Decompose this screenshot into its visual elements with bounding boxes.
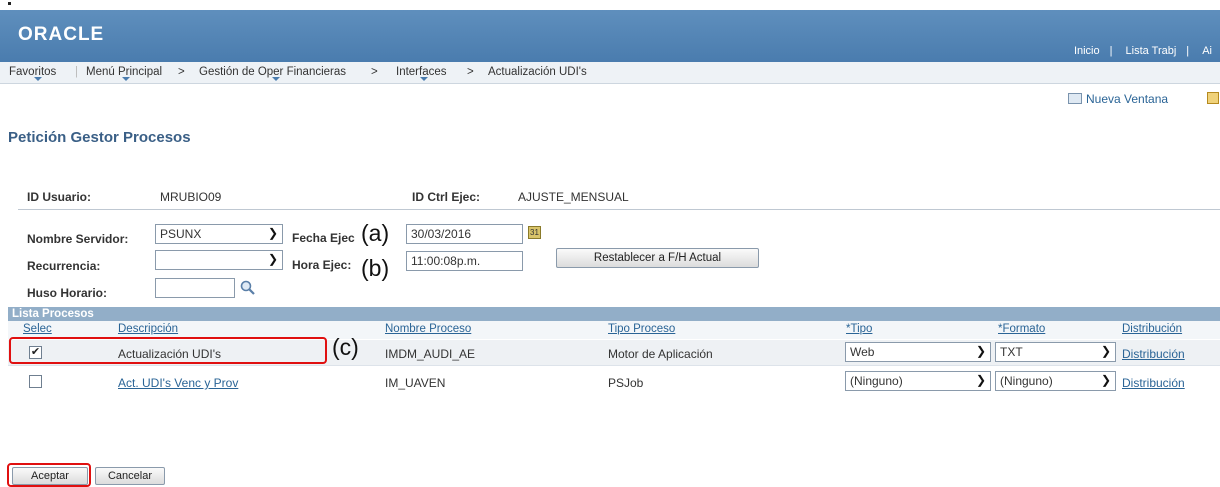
home-link[interactable]: Inicio: [1066, 45, 1108, 57]
calendar-icon[interactable]: 31: [528, 226, 541, 239]
process-list-title: Lista Procesos: [8, 307, 1220, 321]
chevron-down-icon: ❯: [975, 373, 986, 387]
chevron-down-icon: [122, 77, 130, 81]
server-select[interactable]: PSUNX ❯: [155, 224, 283, 244]
col-description[interactable]: Descripción: [118, 323, 178, 335]
row-distribution-link[interactable]: Distribución: [1122, 376, 1185, 390]
run-date-input[interactable]: 30/03/2016: [406, 224, 523, 244]
page-title: Petición Gestor Procesos: [8, 129, 191, 146]
row-type-select[interactable]: Web ❯: [845, 342, 991, 362]
row-type-value: Web: [850, 345, 875, 359]
user-id-value: MRUBIO09: [160, 190, 222, 204]
chevron-down-icon: ❯: [1100, 373, 1111, 387]
row-process-type: Motor de Aplicación: [608, 347, 713, 361]
run-date-label: Fecha Ejec: [292, 231, 355, 245]
chevron-down-icon: ❯: [1100, 344, 1111, 358]
highlight-box-ok: [7, 463, 91, 487]
corner-mark: [8, 2, 11, 5]
reset-datetime-button[interactable]: Restablecer a F/H Actual: [556, 248, 759, 268]
header-separator: |: [1109, 45, 1113, 57]
new-window-label: Nueva Ventana: [1086, 92, 1169, 106]
row-process-name: IMDM_AUDI_AE: [385, 347, 476, 361]
col-type[interactable]: *Tipo: [846, 323, 872, 335]
annotation-a: (a): [361, 220, 390, 246]
oracle-logo: ORACLE: [18, 24, 105, 45]
new-window-link[interactable]: Nueva Ventana: [1068, 92, 1168, 106]
header-separator: |: [1186, 45, 1190, 57]
chevron-down-icon: ❯: [267, 226, 278, 240]
nav-separator: >: [467, 66, 474, 78]
row-process-name: IM_UAVEN: [385, 376, 446, 390]
row-distribution-link[interactable]: Distribución: [1122, 347, 1185, 361]
server-value: PSUNX: [160, 227, 202, 241]
col-format[interactable]: *Formato: [998, 323, 1045, 335]
recurrence-select[interactable]: ❯: [155, 250, 283, 270]
nav-favorites[interactable]: Favoritos: [9, 66, 56, 78]
timezone-label: Huso Horario:: [27, 286, 108, 300]
personalize-icon[interactable]: [1207, 92, 1219, 104]
col-process-type[interactable]: Tipo Proceso: [608, 323, 675, 335]
app-header: ORACLE Inicio | Lista Trabj | Ai: [0, 10, 1220, 62]
row-format-value: TXT: [1000, 345, 1023, 359]
section-divider: [18, 209, 1220, 210]
nav-separator: >: [371, 66, 378, 78]
nav-separator: |: [75, 66, 78, 78]
run-control-value: AJUSTE_MENSUAL: [518, 190, 629, 204]
new-window-icon: [1068, 93, 1082, 104]
chevron-down-icon: [34, 77, 42, 81]
cancel-button[interactable]: Cancelar: [95, 467, 165, 485]
timezone-input[interactable]: [155, 278, 235, 298]
chevron-down-icon: [272, 77, 280, 81]
nav-udi-update: Actualización UDI's: [488, 66, 587, 78]
row-format-select[interactable]: TXT ❯: [995, 342, 1116, 362]
row-format-value: (Ninguno): [1000, 374, 1053, 388]
chevron-down-icon: ❯: [975, 344, 986, 358]
nav-separator: >: [178, 66, 185, 78]
annotation-c: (c): [332, 334, 359, 360]
recurrence-label: Recurrencia:: [27, 259, 101, 273]
row-format-select[interactable]: (Ninguno) ❯: [995, 371, 1116, 391]
breadcrumb: Favoritos | Menú Principal > Gestión de …: [0, 62, 1220, 84]
row-type-select[interactable]: (Ninguno) ❯: [845, 371, 991, 391]
more-link[interactable]: Ai: [1194, 45, 1220, 57]
run-time-label: Hora Ejec:: [292, 258, 352, 272]
server-label: Nombre Servidor:: [27, 232, 129, 246]
row-type-value: (Ninguno): [850, 374, 903, 388]
run-control-label: ID Ctrl Ejec:: [412, 190, 481, 204]
row-process-type: PSJob: [608, 376, 644, 390]
row-select-checkbox[interactable]: [29, 375, 42, 388]
col-distribution[interactable]: Distribución: [1122, 323, 1182, 335]
header-links: Inicio | Lista Trabj | Ai: [1066, 45, 1220, 57]
col-select[interactable]: Selec: [23, 323, 52, 335]
lookup-search-icon[interactable]: [239, 279, 257, 297]
run-time-input[interactable]: 11:00:08p.m.: [406, 251, 523, 271]
highlight-box-row: [9, 337, 327, 364]
chevron-down-icon: [420, 77, 428, 81]
user-id-label: ID Usuario:: [27, 190, 92, 204]
annotation-b: (b): [361, 255, 390, 281]
row-description-link[interactable]: Act. UDI's Venc y Prov: [118, 376, 238, 390]
col-process-name[interactable]: Nombre Proceso: [385, 323, 471, 335]
chevron-down-icon: ❯: [267, 252, 278, 266]
worklist-link[interactable]: Lista Trabj: [1118, 45, 1185, 57]
